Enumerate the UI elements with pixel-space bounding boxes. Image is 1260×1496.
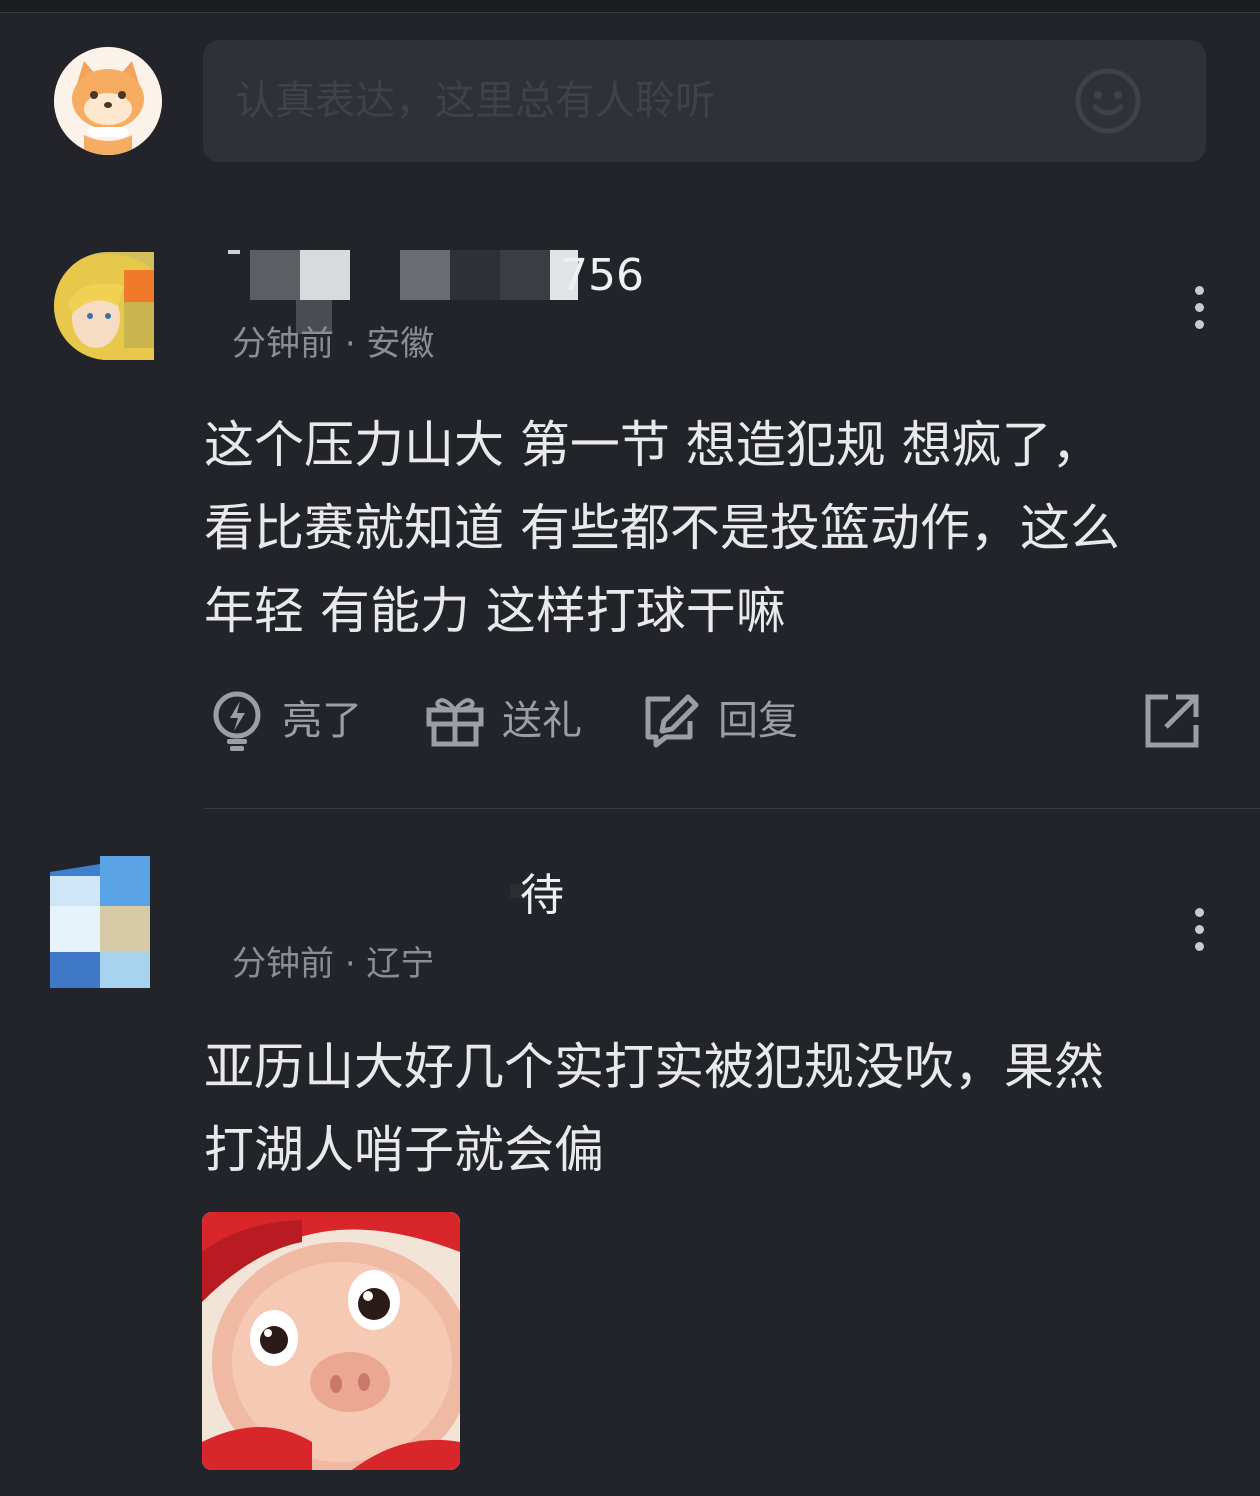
gift-label: 送礼	[502, 698, 582, 744]
comment-time: 分钟前	[232, 944, 334, 984]
comment-divider	[204, 808, 1260, 809]
user-avatar[interactable]	[54, 252, 154, 360]
pig-sticker-image[interactable]	[202, 1212, 460, 1470]
more-options-icon[interactable]	[1188, 284, 1212, 334]
username[interactable]: 756	[560, 248, 644, 304]
like-label: 亮了	[282, 698, 362, 744]
gift-button[interactable]: 送礼	[426, 686, 582, 756]
share-icon	[1145, 694, 1199, 748]
smile-icon[interactable]	[1074, 67, 1142, 135]
comment-text: 亚历山大好几个实打实被犯规没吹，果然 打湖人哨子就会偏	[204, 1038, 1104, 1179]
reply-button[interactable]: 回复	[644, 686, 798, 756]
more-options-icon[interactable]	[1188, 906, 1212, 956]
lightbulb-icon	[213, 691, 261, 751]
fox-avatar-icon[interactable]	[54, 47, 162, 155]
username[interactable]: 待	[520, 868, 564, 924]
comment-location: · 安徽	[344, 324, 435, 364]
comment-location: · 辽宁	[344, 944, 435, 984]
user-avatar[interactable]	[50, 856, 150, 988]
comment-time: 分钟前	[232, 324, 334, 364]
gift-icon	[426, 698, 484, 747]
comment-actions: 亮了 送礼 回复	[204, 686, 1204, 756]
edit-icon	[645, 694, 699, 748]
comment-input[interactable]: 认真表达，这里总有人聆听	[203, 40, 1206, 162]
reply-label: 回复	[718, 698, 798, 744]
like-button[interactable]: 亮了	[210, 686, 362, 756]
comment-meta: 分钟前 · 安徽	[232, 322, 434, 366]
status-bar-edge	[0, 0, 1260, 13]
share-button[interactable]	[1144, 686, 1200, 756]
username-mosaic	[220, 250, 580, 300]
comment-meta: 分钟前 · 辽宁	[232, 942, 434, 986]
comment-text: 这个压力山大 第一节 想造犯规 想疯了， 看比赛就知道 有些都不是投篮动作，这么…	[204, 416, 1120, 640]
comment-input-placeholder: 认真表达，这里总有人聆听	[235, 78, 715, 124]
